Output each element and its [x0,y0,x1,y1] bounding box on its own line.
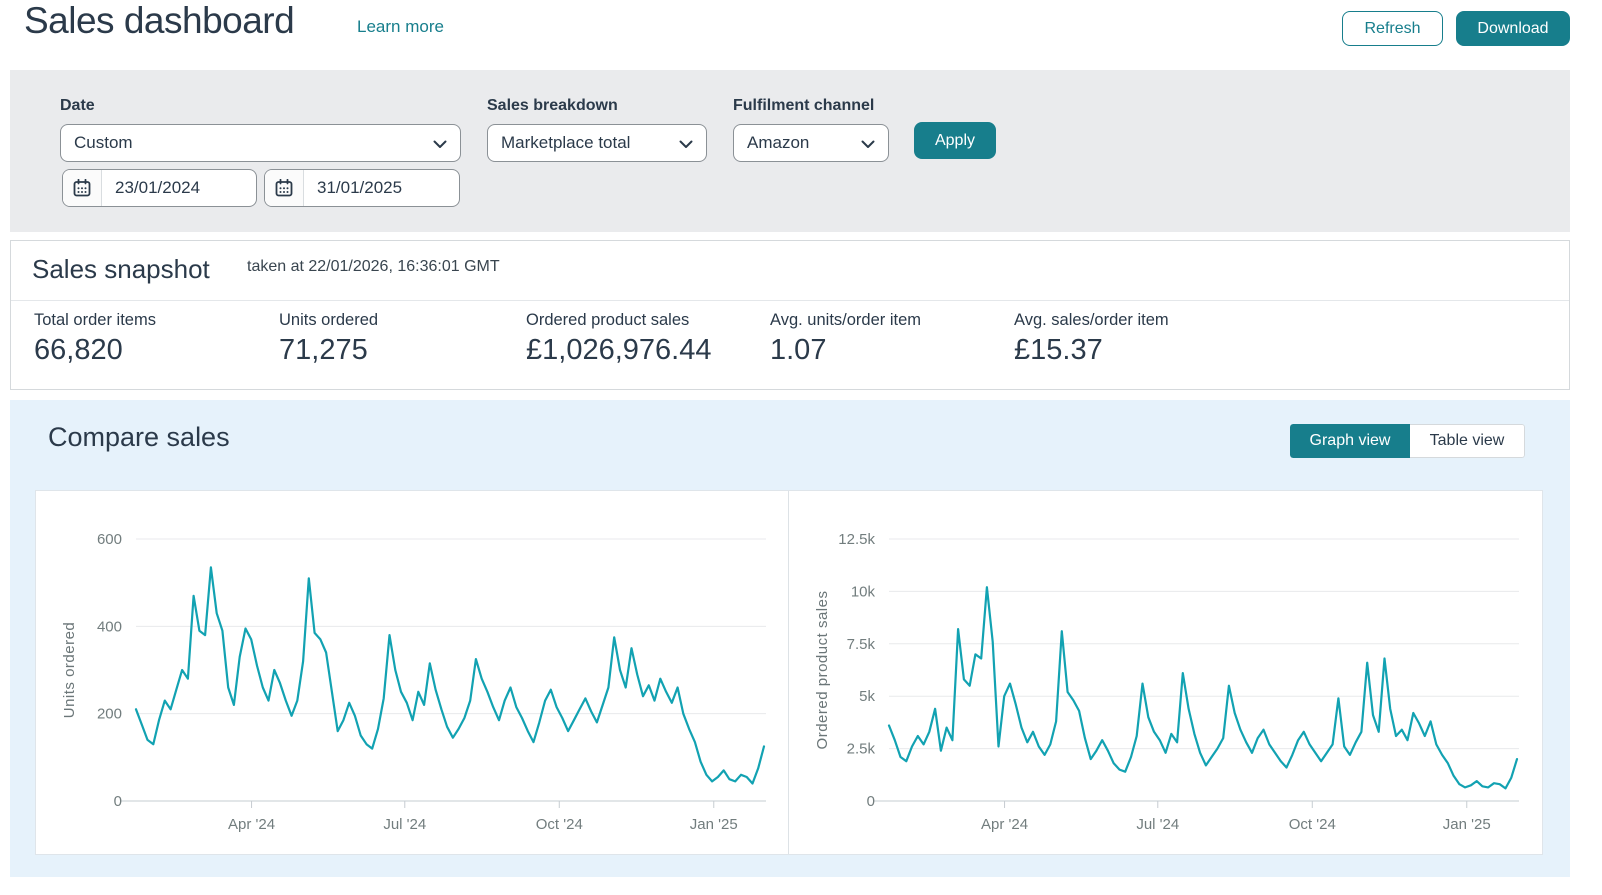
sales-snapshot-panel: Sales snapshot taken at 22/01/2026, 16:3… [10,240,1570,390]
y-tick-label: 2.5k [847,741,876,758]
y-tick-label: 0 [867,793,875,810]
units-ordered-chart: 0 200 400 600 Apr '24 Jul '24 Oct '24 Jan '25 Un… [36,491,789,854]
compare-sales-panel: Compare sales Graph view Table view 0 200… [10,400,1570,877]
refresh-button[interactable]: Refresh [1342,11,1443,46]
download-button[interactable]: Download [1456,11,1570,46]
y-tick-label: 10k [851,583,876,600]
metric-avg-sales-per-order-item: Avg. sales/order item £15.37 [1014,311,1169,366]
fulfilment-channel-selected-value: Amazon [747,133,810,152]
date-range-select[interactable]: Custom [60,124,461,162]
fulfilment-channel-select[interactable]: Amazon [733,124,889,162]
line-chart-svg: 0 2.5k 5k 7.5k 10k 12.5k Apr '24 Jul '24 Oct '24… [814,531,1519,833]
compare-sales-title: Compare sales [48,422,230,452]
metric-units-ordered: Units ordered 71,275 [279,311,379,366]
y-tick-label: 5k [859,688,875,705]
chevron-down-icon [861,140,875,148]
table-view-button[interactable]: Table view [1410,424,1525,458]
data-line-series [887,586,1519,790]
data-line-series [134,566,766,785]
date-to-input[interactable]: 31/01/2025 [264,169,460,207]
y-tick-label: 200 [97,706,122,723]
sales-breakdown-selected-value: Marketplace total [501,133,631,152]
y-tick-label: 0 [114,793,122,810]
x-tick-label: Apr '24 [228,816,275,833]
view-toggle: Graph view Table view [1290,424,1525,458]
filter-bar: Date Sales breakdown Fulfilment channel … [10,70,1570,232]
y-tick-label: 600 [97,531,122,548]
sales-breakdown-select[interactable]: Marketplace total [487,124,707,162]
x-tick-label: Oct '24 [536,816,583,833]
snapshot-timestamp: taken at 22/01/2026, 16:36:01 GMT [247,258,500,275]
date-from-input[interactable]: 23/01/2024 [62,169,257,207]
metric-total-order-items: Total order items 66,820 [34,311,156,366]
apply-button[interactable]: Apply [914,122,996,159]
y-axis-label: Units ordered [61,622,78,719]
page-title: Sales dashboard [24,0,295,41]
sales-snapshot-title: Sales snapshot [32,254,210,284]
y-tick-label: 7.5k [847,636,876,653]
date-to-value: 31/01/2025 [317,178,403,197]
calendar-icon [73,179,91,197]
x-tick-label: Jul '24 [1136,816,1179,833]
metric-avg-units-per-order-item: Avg. units/order item 1.07 [770,311,922,366]
y-axis-label: Ordered product sales [814,591,831,750]
learn-more-link[interactable]: Learn more [357,17,444,37]
x-tick-label: Jan '25 [1443,816,1491,833]
x-tick-label: Apr '24 [981,816,1028,833]
date-from-value: 23/01/2024 [115,178,201,197]
x-tick-label: Oct '24 [1289,816,1336,833]
chevron-down-icon [679,140,693,148]
sales-snapshot-header: Sales snapshot taken at 22/01/2026, 16:3… [11,241,1569,301]
ordered-product-sales-chart: 0 2.5k 5k 7.5k 10k 12.5k Apr '24 Jul '24 Oct '24… [789,491,1542,854]
y-tick-label: 12.5k [838,531,875,548]
fulfilment-channel-label: Fulfilment channel [733,97,875,114]
x-tick-label: Jan '25 [690,816,738,833]
chevron-down-icon [433,140,447,148]
x-tick-label: Jul '24 [383,816,426,833]
date-filter-label: Date [60,97,95,114]
sales-breakdown-label: Sales breakdown [487,97,618,114]
line-chart-svg: 0 200 400 600 Apr '24 Jul '24 Oct '24 Jan '25 Un… [61,531,766,833]
date-range-selected-value: Custom [74,133,133,152]
metric-ordered-product-sales: Ordered product sales £1,026,976.44 [526,311,712,366]
compare-sales-chart-card: 0 200 400 600 Apr '24 Jul '24 Oct '24 Jan '25 Un… [35,490,1543,855]
graph-view-button[interactable]: Graph view [1290,424,1410,458]
sales-dashboard-page: Sales dashboard Learn more Refresh Downl… [0,0,1602,895]
calendar-icon [275,179,293,197]
y-tick-label: 400 [97,618,122,635]
